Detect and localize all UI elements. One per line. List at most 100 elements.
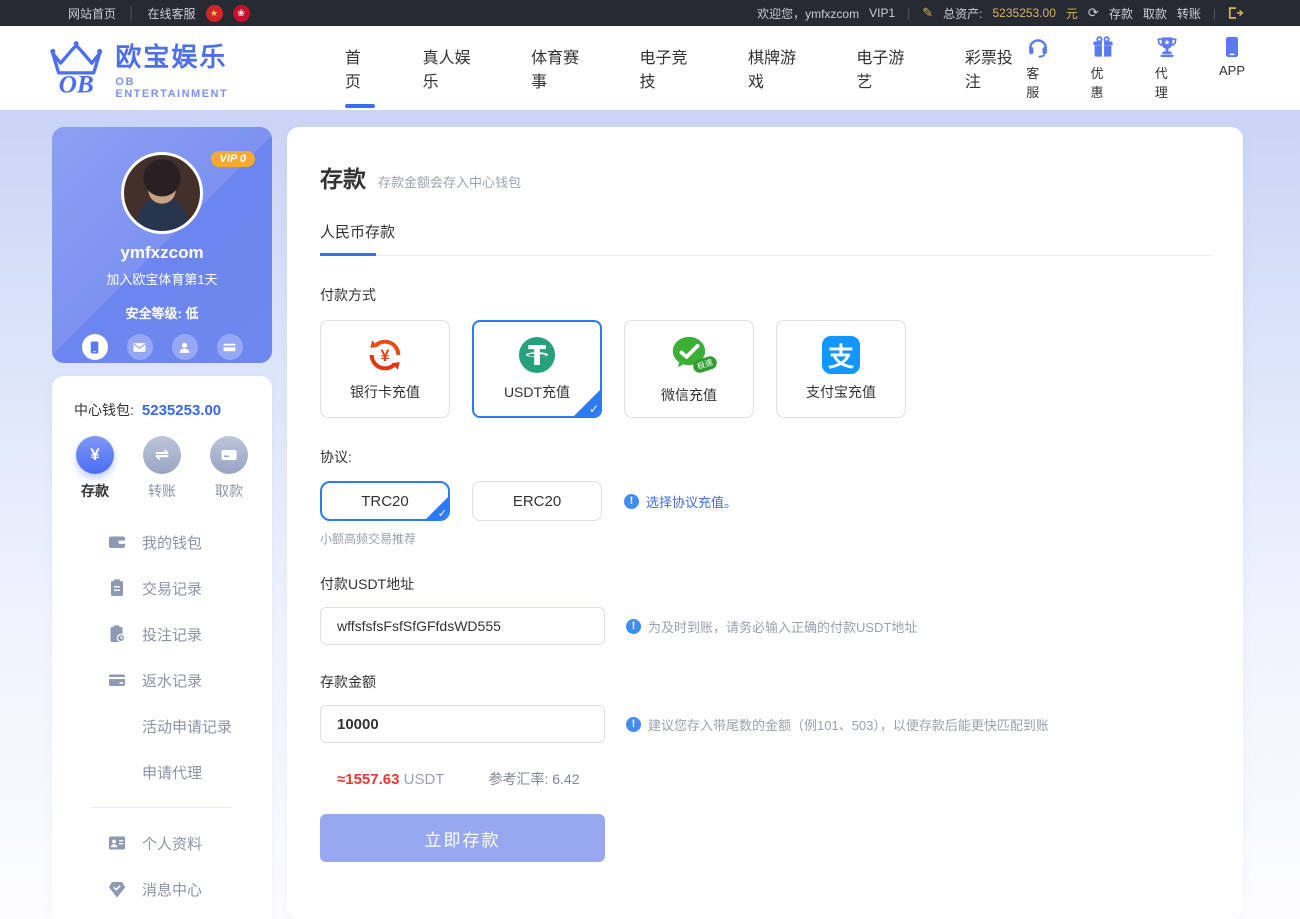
deposit-amount-input[interactable] [320, 705, 605, 743]
menu-transaction-records[interactable]: 交易记录 [52, 565, 272, 611]
method-usdt[interactable]: USDT充值 [472, 320, 602, 418]
clipboard-icon [107, 578, 127, 598]
menu-activity-applications[interactable]: 活动申请记录 [52, 703, 272, 749]
sidebar-menu-card: 中心钱包: 5235253.00 ¥ 存款 ⇌ 转账 取款 [52, 376, 272, 919]
nav-board-games[interactable]: 棋牌游戏 [748, 14, 809, 122]
quick-customer-service[interactable]: 客服 [1026, 35, 1050, 101]
nav-sports[interactable]: 体育赛事 [531, 14, 592, 122]
protocol-erc20[interactable]: ERC20 [472, 481, 602, 521]
email-unbound-icon[interactable] [127, 334, 153, 360]
brand-logo[interactable]: OB 欧宝娱乐 OB ENTERTAINMENT [45, 37, 249, 100]
quick-agent[interactable]: 代理 [1155, 35, 1179, 101]
nav-lottery[interactable]: 彩票投注 [965, 14, 1026, 122]
withdraw-card-icon [210, 436, 248, 474]
brand-name-en: OB ENTERTAINMENT [115, 76, 248, 100]
divider: | [1211, 6, 1218, 20]
method-bank-card[interactable]: ¥ 银行卡充值 [320, 320, 450, 418]
bet-record-icon [107, 624, 127, 644]
assets-unit: 元 [1066, 5, 1078, 22]
protocol-label: 协议: [320, 447, 1213, 467]
wallet-label: 中心钱包: [74, 400, 134, 420]
brand-name-cn: 欧宝娱乐 [115, 37, 248, 74]
deposit-amount-hint: 建议您存入带尾数的金额（例101、503），以便存款后能更快匹配到账 [626, 715, 1049, 734]
page-body: VIP 0 ymfxzcom 加入欧宝体育第1天 安全等级: 低 [0, 110, 1300, 919]
payment-method-label: 付款方式 [320, 285, 1213, 305]
crown-ob-logo-icon: OB [45, 39, 107, 97]
method-wechat[interactable]: 极速 微信充值 [624, 320, 754, 418]
deposit-panel: 存款 存款金额会存入中心钱包 人民币存款 付款方式 ¥ 银行卡充值 [287, 127, 1243, 919]
vip-badge: VIP 0 [211, 151, 256, 167]
card-unbound-icon[interactable] [217, 334, 243, 360]
deposit-amount-label: 存款金额 [320, 672, 1213, 692]
withdraw-link[interactable]: 取款 [1143, 5, 1167, 22]
selected-check-icon [426, 497, 448, 519]
action-transfer[interactable]: ⇌ 转账 [143, 436, 181, 501]
hongkong-flag-icon[interactable]: ❀ [233, 5, 250, 22]
sidebar-menu: 我的钱包 交易记录 [52, 519, 272, 919]
logout-icon[interactable] [1228, 6, 1244, 20]
profile-unbound-icon[interactable] [172, 334, 198, 360]
svg-text:¥: ¥ [381, 347, 390, 365]
protocol-hint: 选择协议充值。 [624, 492, 737, 511]
quick-label: 代理 [1155, 63, 1179, 101]
payment-methods: ¥ 银行卡充值 USDT充值 极速 [320, 320, 1213, 418]
transfer-arrows-icon: ⇌ [143, 436, 181, 474]
usdt-approx: ≈1557.63 USDT [337, 771, 444, 788]
quick-label: 优惠 [1091, 63, 1115, 101]
tab-cny-deposit[interactable]: 人民币存款 [320, 221, 395, 255]
exchange-rate: 参考汇率: 6.42 [488, 769, 579, 789]
menu-my-wallet[interactable]: 我的钱包 [52, 519, 272, 565]
bank-yen-icon: ¥ [366, 336, 404, 374]
menu-message-center[interactable]: 消息中心 [52, 866, 272, 912]
action-withdraw[interactable]: 取款 [210, 436, 248, 501]
wallet-icon [107, 532, 127, 552]
nav-live-casino[interactable]: 真人娱乐 [423, 14, 484, 122]
submit-deposit-button[interactable]: 立即存款 [320, 814, 605, 862]
id-card-icon [107, 833, 127, 853]
method-alipay[interactable]: 支 支付宝充值 [776, 320, 906, 418]
divider: │ [126, 6, 138, 20]
online-cs-link[interactable]: 在线客服 [148, 5, 196, 22]
deposit-link[interactable]: 存款 [1109, 5, 1133, 22]
quick-promotions[interactable]: 优惠 [1091, 35, 1115, 101]
protocol-note: 小额高频交易推荐 [320, 530, 1213, 547]
phone-icon [1220, 35, 1244, 59]
menu-rebate-records[interactable]: 返水记录 [52, 657, 272, 703]
trophy-icon [1155, 35, 1179, 59]
wallet-balance: 5235253.00 [142, 402, 221, 419]
menu-feedback[interactable]: 意见反馈 [52, 912, 272, 919]
usdt-address-input[interactable] [320, 607, 605, 645]
refresh-icon[interactable]: ⟳ [1088, 5, 1099, 21]
menu-bet-records[interactable]: 投注记录 [52, 611, 272, 657]
main-nav: 首页 真人娱乐 体育赛事 电子竞技 棋牌游戏 电子游艺 彩票投注 [345, 14, 1026, 122]
nav-slots[interactable]: 电子游艺 [856, 14, 917, 122]
nav-home[interactable]: 首页 [345, 14, 376, 122]
quick-app[interactable]: APP [1219, 35, 1245, 101]
gem-icon [107, 879, 127, 899]
quick-label: APP [1219, 63, 1245, 78]
site-home-link[interactable]: 网站首页 [68, 5, 116, 22]
security-level: 安全等级: 低 [52, 303, 272, 322]
protocol-trc20[interactable]: TRC20 [320, 481, 450, 521]
joined-days: 加入欧宝体育第1天 [52, 269, 272, 288]
headset-icon [1026, 35, 1050, 59]
menu-personal-info[interactable]: 个人资料 [52, 820, 272, 866]
gift-icon [1091, 35, 1115, 59]
phone-bound-icon[interactable] [82, 334, 108, 360]
china-flag-icon[interactable]: ★ [206, 5, 223, 22]
info-icon [624, 494, 639, 509]
transfer-link[interactable]: 转账 [1177, 5, 1201, 22]
nav-esports[interactable]: 电子竞技 [640, 14, 701, 122]
deposit-tabs: 人民币存款 [320, 221, 1213, 256]
action-deposit[interactable]: ¥ 存款 [76, 436, 114, 501]
info-icon [626, 619, 641, 634]
alipay-icon: 支 [822, 336, 860, 374]
avatar[interactable] [121, 152, 203, 234]
rebate-card-icon [107, 670, 127, 690]
menu-divider [92, 807, 232, 808]
usdt-address-hint: 为及时到账，请务必输入正确的付款USDT地址 [626, 617, 917, 636]
menu-apply-agent[interactable]: 申请代理 [52, 749, 272, 795]
page-subtitle: 存款金额会存入中心钱包 [378, 172, 521, 191]
main-header: OB 欧宝娱乐 OB ENTERTAINMENT 首页 真人娱乐 体育赛事 电子… [0, 26, 1300, 110]
user-profile-card: VIP 0 ymfxzcom 加入欧宝体育第1天 安全等级: 低 [52, 127, 272, 363]
